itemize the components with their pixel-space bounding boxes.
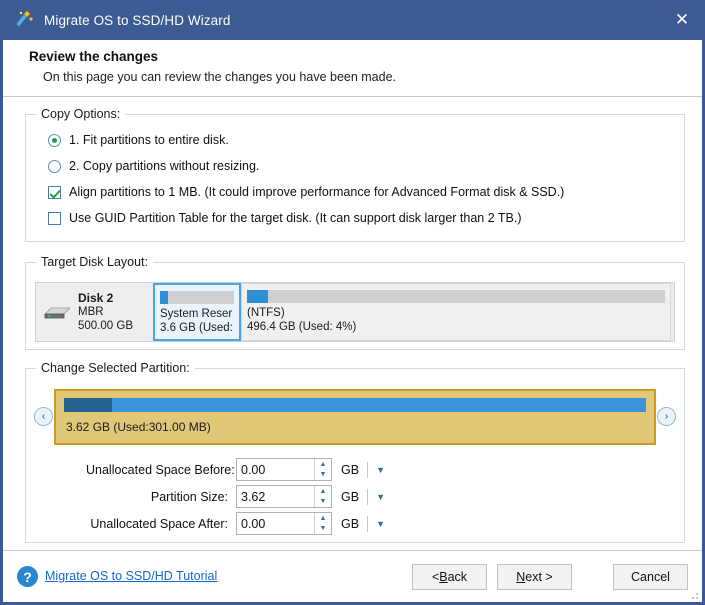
wizard-wand-icon (14, 10, 34, 30)
divider (367, 462, 368, 478)
selected-partition-bar[interactable] (64, 398, 646, 412)
wizard-window: Migrate OS to SSD/HD Wizard ✕ Review the… (0, 0, 705, 605)
chevron-right-icon[interactable]: › (657, 407, 676, 426)
unit-chevron-down-icon[interactable]: ▼ (376, 492, 385, 502)
stepper-buttons[interactable]: ▲ ▼ (314, 486, 331, 507)
disk-info: Disk 2 MBR 500.00 GB (36, 283, 153, 341)
target-disk-legend: Target Disk Layout: (36, 255, 153, 269)
close-icon[interactable]: ✕ (659, 0, 705, 40)
page-title: Review the changes (29, 49, 702, 64)
partition-usage-bar (247, 290, 665, 303)
partition-size-input[interactable] (237, 486, 314, 507)
selected-partition-label: 3.62 GB (Used:301.00 MB) (66, 420, 211, 434)
back-button-mnemonic: B (439, 570, 447, 584)
checkbox-use-gpt-icon[interactable] (48, 212, 61, 225)
field-unallocated-after: Unallocated Space After: ▲ ▼ GB ▼ (86, 511, 385, 536)
next-button[interactable]: Next > (497, 564, 572, 590)
stepper-buttons[interactable]: ▲ ▼ (314, 459, 331, 480)
divider (367, 489, 368, 505)
change-partition-legend: Change Selected Partition: (36, 361, 195, 375)
field-unallocated-before: Unallocated Space Before: ▲ ▼ GB ▼ (86, 457, 385, 482)
tutorial-link[interactable]: Migrate OS to SSD/HD Tutorial (45, 569, 217, 583)
partition-detail: 3.6 GB (Used: (160, 321, 234, 335)
option-use-gpt[interactable]: Use GUID Partition Table for the target … (26, 205, 684, 231)
stepper-up-icon[interactable]: ▲ (315, 513, 331, 524)
partition-usage-bar (160, 291, 234, 304)
copy-options-group: Copy Options: 1. Fit partitions to entir… (25, 107, 685, 242)
option-align-partitions[interactable]: Align partitions to 1 MB. (It could impr… (26, 179, 684, 205)
question-mark-icon[interactable]: ? (17, 566, 38, 587)
field-label: Partition Size: (86, 490, 228, 504)
unallocated-after-input[interactable] (237, 513, 314, 534)
field-label: Unallocated Space Before: (86, 463, 228, 477)
checkbox-align-partitions-icon[interactable] (48, 186, 61, 199)
stepper-up-icon[interactable]: ▲ (315, 459, 331, 470)
stepper-buttons[interactable]: ▲ ▼ (314, 513, 331, 534)
unit-chevron-down-icon[interactable]: ▼ (376, 465, 385, 475)
divider (367, 516, 368, 532)
option-label: 1. Fit partitions to entire disk. (69, 133, 229, 147)
page-subtitle: On this page you can review the changes … (43, 70, 702, 84)
chevron-left-icon[interactable]: ‹ (34, 407, 53, 426)
option-fit-partitions[interactable]: 1. Fit partitions to entire disk. (26, 127, 684, 153)
back-button-rest: ack (448, 570, 467, 584)
selected-partition-block[interactable]: 3.62 GB (Used:301.00 MB) (54, 389, 656, 445)
partition-label: (NTFS) (247, 306, 665, 320)
disk-layout-panel: Disk 2 MBR 500.00 GB System Reser 3.6 GB… (35, 282, 675, 342)
option-label: Align partitions to 1 MB. (It could impr… (69, 185, 564, 199)
disk-scheme: MBR (78, 305, 133, 319)
unit-label: GB (341, 463, 359, 477)
unit-chevron-down-icon[interactable]: ▼ (376, 519, 385, 529)
unit-label: GB (341, 517, 359, 531)
partition-resize-slider: ‹ 3.62 GB (Used:301.00 MB) › (34, 389, 676, 445)
partition-ntfs[interactable]: (NTFS) 496.4 GB (Used: 4%) (241, 283, 671, 341)
change-selected-partition-group: Change Selected Partition: ‹ 3.62 GB (Us… (25, 361, 685, 543)
next-button-rest: ext > (525, 570, 552, 584)
back-button-prefix: < (432, 570, 439, 584)
copy-options-legend: Copy Options: (36, 107, 125, 121)
partition-label: System Reser (160, 307, 234, 321)
window-title: Migrate OS to SSD/HD Wizard (44, 13, 231, 28)
option-label: 2. Copy partitions without resizing. (69, 159, 259, 173)
next-button-mnemonic: N (516, 570, 525, 584)
radio-copy-without-resizing-icon[interactable] (48, 160, 61, 173)
partition-detail: 496.4 GB (Used: 4%) (247, 320, 665, 334)
unallocated-before-input[interactable] (237, 459, 314, 480)
footer-bar: ? Migrate OS to SSD/HD Tutorial < Back N… (3, 550, 702, 602)
disk-meta: Disk 2 MBR 500.00 GB (78, 291, 133, 333)
partition-system-reserved[interactable]: System Reser 3.6 GB (Used: (153, 283, 241, 341)
resize-grip-icon[interactable] (689, 590, 699, 600)
stepper-down-icon[interactable]: ▼ (315, 470, 331, 481)
target-disk-layout-group: Target Disk Layout: Disk 2 MBR 500.00 GB (25, 255, 685, 350)
disk-name: Disk 2 (78, 291, 133, 305)
page-header: Review the changes On this page you can … (3, 40, 702, 97)
stepper-up-icon[interactable]: ▲ (315, 486, 331, 497)
stepper-down-icon[interactable]: ▼ (315, 524, 331, 535)
title-bar: Migrate OS to SSD/HD Wizard ✕ (0, 0, 705, 40)
radio-fit-partitions-icon[interactable] (48, 134, 61, 147)
wizard-body: Copy Options: 1. Fit partitions to entir… (3, 97, 702, 550)
field-label: Unallocated Space After: (86, 517, 228, 531)
option-copy-without-resizing[interactable]: 2. Copy partitions without resizing. (26, 153, 684, 179)
disk-capacity: 500.00 GB (78, 319, 133, 333)
unallocated-after-stepper[interactable]: ▲ ▼ (236, 512, 332, 535)
cancel-button[interactable]: Cancel (613, 564, 688, 590)
unallocated-before-stepper[interactable]: ▲ ▼ (236, 458, 332, 481)
option-label: Use GUID Partition Table for the target … (69, 211, 522, 225)
partition-size-stepper[interactable]: ▲ ▼ (236, 485, 332, 508)
stepper-down-icon[interactable]: ▼ (315, 497, 331, 508)
unit-label: GB (341, 490, 359, 504)
hard-disk-icon (42, 303, 72, 321)
field-partition-size: Partition Size: ▲ ▼ GB ▼ (86, 484, 385, 509)
back-button[interactable]: < Back (412, 564, 487, 590)
